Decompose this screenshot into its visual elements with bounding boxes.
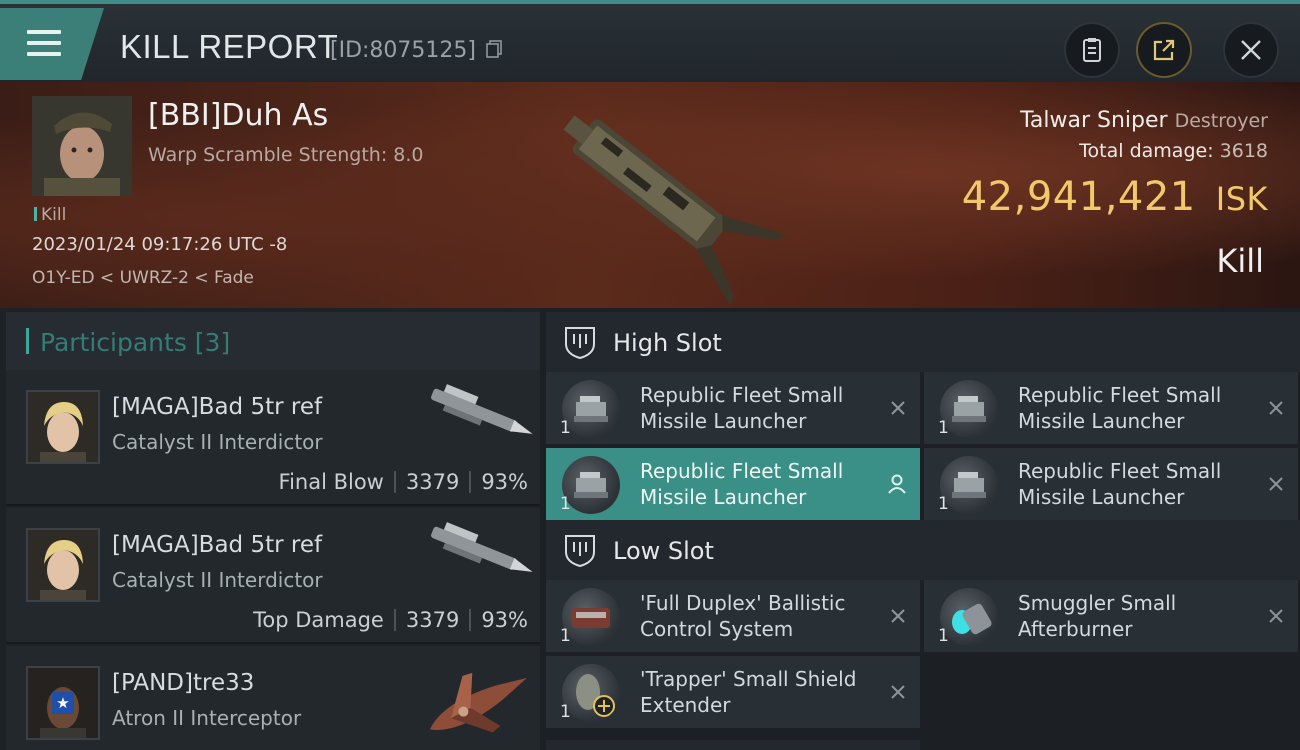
participant-name: [PAND]tre33 [112,670,255,696]
fitting-panel: High Slot 1 Republic Fleet Small Missile… [540,308,1300,750]
copy-icon[interactable] [486,40,502,58]
participant-row[interactable]: ★ [PAND]tre33 Atron II Interceptor [6,646,540,750]
module-item[interactable]: 1 Smuggler Small Afterburner [924,580,1298,652]
victim-name[interactable]: [BBI]Duh As [148,98,328,133]
module-name: Republic Fleet Small Missile Launcher [1018,383,1222,433]
participant-name: [MAGA]Bad 5tr ref [112,394,323,420]
low-slot-header: Low Slot [546,520,1300,580]
participant-row[interactable]: [MAGA]Bad 5tr ref Catalyst II Interdicto… [6,370,540,506]
share-button[interactable] [1138,24,1190,76]
kill-datetime: 2023/01/24 09:17:26 UTC -8 [32,234,288,255]
person-icon [888,474,906,494]
hamburger-icon [27,30,61,63]
shield-icon [565,535,595,568]
module-name: 'Full Duplex' Ballistic Control System [640,591,846,641]
module-item[interactable]: 1 'Full Duplex' Ballistic Control System [546,580,920,652]
module-item[interactable]: 1 Republic Fleet Small Missile Launcher [546,372,920,444]
isk-value: 42,941,421 ISK [961,174,1268,220]
participant-ship-image [429,672,527,733]
module-item[interactable]: 1 Republic Fleet Small Missile Launcher [924,448,1298,520]
report-id: [ID:8075125] [330,38,476,63]
star-icon: ★ [52,692,74,714]
module-item-selected[interactable]: 1 Republic Fleet Small Missile Launcher [546,448,920,520]
kill-location[interactable]: O1Y-ED < UWRZ-2 < Fade [32,268,254,288]
participant-stats: Final Blow 3379 93% [278,470,528,494]
high-slot-header: High Slot [546,312,1300,372]
total-damage: Total damage: 3618 [1079,140,1268,162]
page-title: KILL REPORT [120,28,339,65]
module-name: Smuggler Small Afterburner [1018,591,1177,641]
participant-name: [MAGA]Bad 5tr ref [112,532,323,558]
participant-ship-image [431,384,533,434]
participant-ship: Catalyst II Interdictor [112,568,323,592]
result-label: Kill [1216,242,1264,280]
destroyed-x-icon [891,609,905,623]
shield-icon [565,327,595,360]
module-name: Republic Fleet Small Missile Launcher [640,459,844,509]
warp-scramble-strength: Warp Scramble Strength: 8.0 [148,144,424,166]
participant-stats: Top Damage 3379 93% [253,608,528,632]
participant-ship: Atron II Interceptor [112,706,302,730]
victim-avatar[interactable] [32,96,132,196]
clipboard-icon [1083,38,1101,62]
module-name: Republic Fleet Small Missile Launcher [1018,459,1222,509]
top-bar: KILL REPORT [ID:8075125] [0,0,1300,82]
module-name: Republic Fleet Small Missile Launcher [640,383,844,433]
kill-tag: Kill [34,205,66,225]
menu-button[interactable] [0,8,104,80]
module-item[interactable]: 1 'Trapper' Small Shield Extender [546,656,920,728]
victim-ship[interactable]: Talwar Sniper Destroyer [1020,108,1268,133]
close-button[interactable] [1225,24,1277,76]
participants-header: Participants [3] [6,312,540,370]
module-item[interactable]: 1 Republic Fleet Small Missile Launcher [924,372,1298,444]
participant-row[interactable]: [MAGA]Bad 5tr ref Catalyst II Interdicto… [6,508,540,644]
clipboard-button[interactable] [1066,24,1118,76]
participant-ship: Catalyst II Interdictor [112,430,323,454]
destroyed-x-icon [1269,477,1283,491]
participants-panel: Participants [3] [MAGA]Bad 5tr ref Catal… [0,308,540,750]
destroyed-x-icon [891,401,905,415]
next-slot-header-partial [546,740,920,750]
kill-summary: [BBI]Duh As Warp Scramble Strength: 8.0 … [0,82,1300,308]
module-name: 'Trapper' Small Shield Extender [640,667,857,717]
destroyed-x-icon [1269,609,1283,623]
participant-avatar[interactable] [26,528,100,602]
victim-ship-image [563,115,786,306]
share-icon [1153,39,1175,61]
destroyed-x-icon [1269,401,1283,415]
close-icon [1241,40,1261,60]
participant-ship-image [431,522,533,572]
destroyed-x-icon [891,685,905,699]
participant-avatar[interactable] [26,390,100,464]
